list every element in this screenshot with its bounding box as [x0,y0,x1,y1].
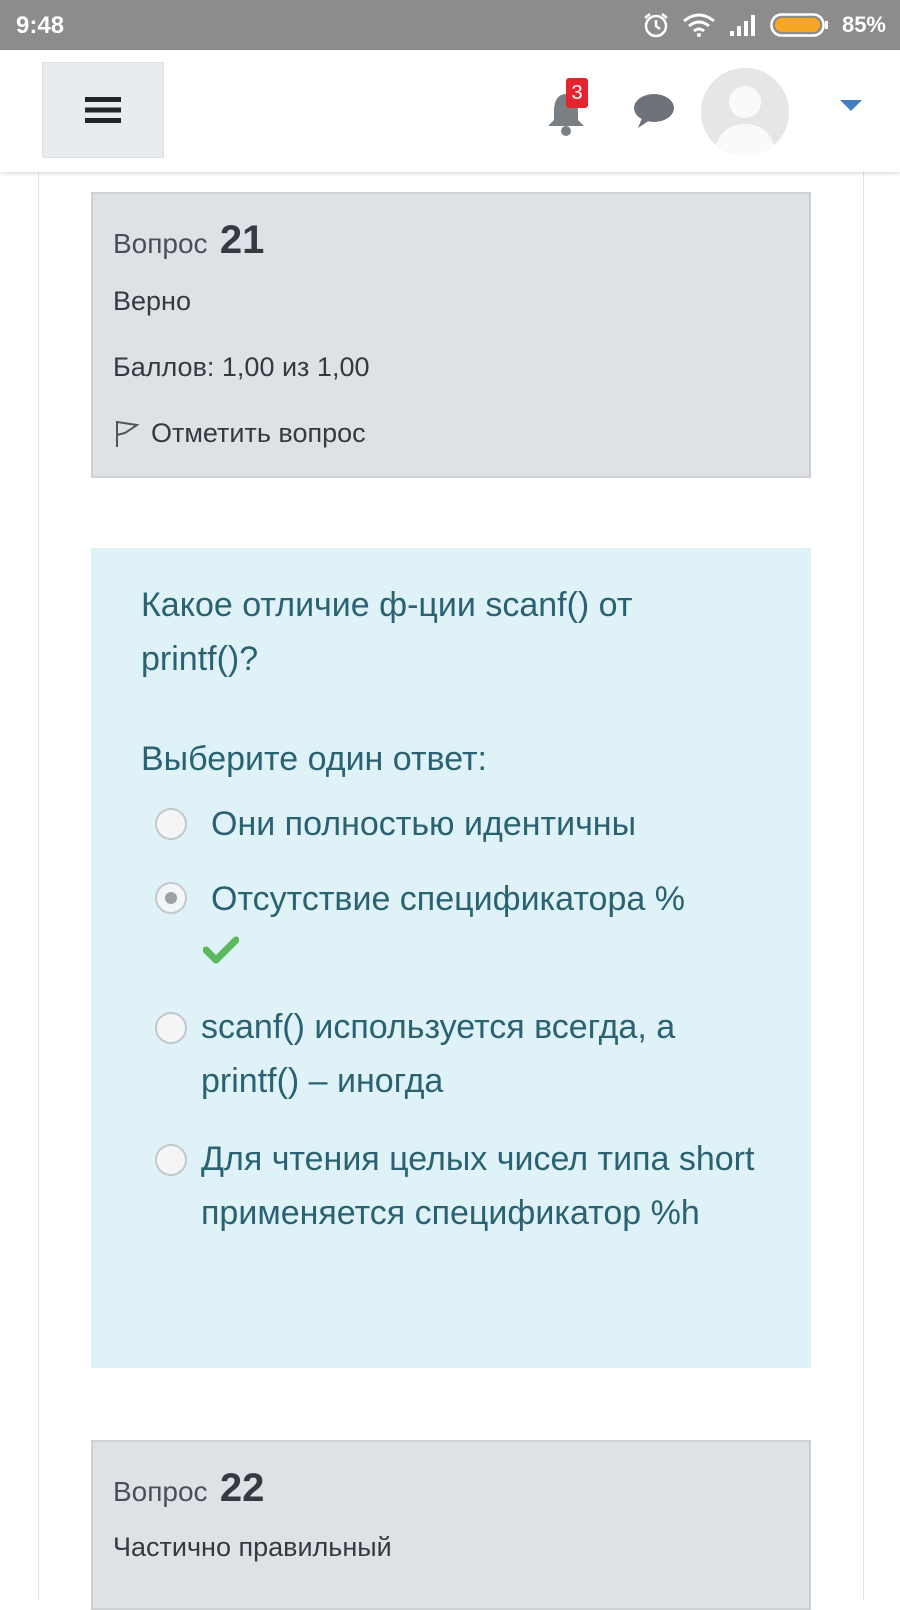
question-number-value: 22 [219,1466,265,1510]
wifi-icon [683,13,715,37]
flag-question-link[interactable]: Отметить вопрос [113,418,366,449]
question-number: Вопрос 21 [113,218,264,263]
answer-text: Для чтения целых чисел типа short примен… [201,1140,755,1232]
battery-icon [770,13,828,37]
question-grade: Баллов: 1,00 из 1,00 [113,352,370,382]
menu-button[interactable] [42,62,164,158]
answer-text: scanf() используется всегда, а printf() … [201,1008,676,1100]
answer-radio[interactable] [155,808,187,840]
alarm-icon [644,13,668,38]
answer-radio-selected[interactable] [155,882,187,914]
battery-percentage: 85% [841,12,886,37]
quiz-review-page: Вопрос 21 Верно Баллов: 1,00 из 1,00 Отм… [38,172,864,1610]
status-icons: 85% [642,10,886,40]
flag-icon [116,420,140,447]
notification-count-badge: 3 [566,78,588,108]
correct-check-icon [203,936,239,964]
question-formulation: Какое отличие ф-ции scanf() от printf()?… [91,548,811,1368]
chat-icon [634,94,674,128]
question-text: Какое отличие ф-ции scanf() от printf()? [141,586,633,678]
question-info-21: Вопрос 21 Верно Баллов: 1,00 из 1,00 Отм… [91,192,811,478]
user-menu-dropdown[interactable] [840,98,862,117]
question-number: Вопрос 22 [113,1466,264,1511]
question-state: Частично правильный [113,1532,392,1562]
status-bar: 9:48 85% [0,0,900,50]
status-time: 9:48 [16,12,65,39]
question-label: Вопрос [113,228,208,259]
user-avatar-icon [701,68,789,156]
hamburger-icon [85,97,121,123]
answer-text: Они полностью идентичны [211,805,636,843]
flag-question-label: Отметить вопрос [151,418,366,448]
question-label: Вопрос [113,1476,208,1507]
messages-button[interactable] [632,92,676,135]
answer-prompt: Выберите один ответ: [141,740,487,778]
question-info-22: Вопрос 22 Частично правильный [91,1440,811,1610]
caret-down-icon [840,100,862,111]
question-state: Верно [113,286,191,316]
avatar[interactable] [701,68,789,156]
answer-text: Отсутствие спецификатора % [211,880,685,918]
top-navbar: 3 [0,50,900,172]
answer-radio[interactable] [155,1144,187,1176]
answer-radio[interactable] [155,1012,187,1044]
question-number-value: 21 [219,218,265,262]
signal-icon [729,15,755,36]
